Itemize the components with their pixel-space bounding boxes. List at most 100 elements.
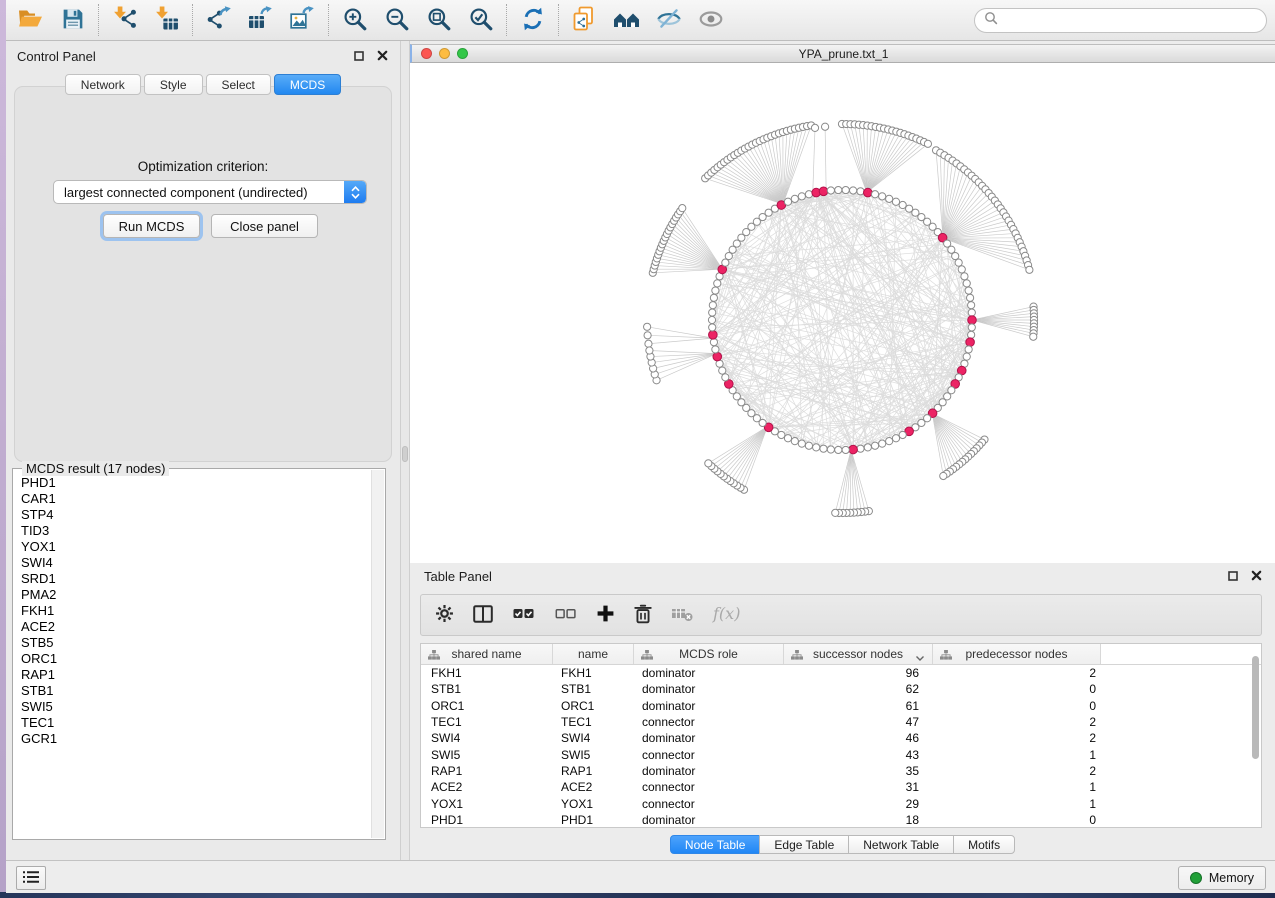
list-item[interactable]: CAR1	[14, 491, 371, 507]
table-row[interactable]: YOX1YOX1connector291	[421, 795, 1261, 811]
search-box[interactable]	[974, 8, 1267, 33]
memory-button[interactable]: Memory	[1178, 866, 1266, 890]
show-all-button[interactable]	[692, 2, 729, 38]
cell-predecessor_nodes: 2	[933, 666, 1101, 680]
table-row[interactable]: SWI4SWI4dominator462	[421, 730, 1261, 746]
list-item[interactable]: PMA2	[14, 587, 371, 603]
table-row[interactable]: TEC1TEC1connector472	[421, 714, 1261, 730]
toolbar-group	[336, 2, 499, 38]
tab-network-table[interactable]: Network Table	[848, 835, 954, 854]
hide-selected-icon	[656, 8, 682, 33]
import-network-button[interactable]	[106, 2, 143, 38]
list-item[interactable]: SWI4	[14, 555, 371, 571]
export-table-button[interactable]	[242, 2, 279, 38]
result-scrollbar[interactable]	[371, 470, 384, 838]
export-image-button[interactable]	[284, 2, 321, 38]
list-item[interactable]: SWI5	[14, 699, 371, 715]
add-row-button[interactable]	[596, 602, 615, 628]
import-table-button[interactable]	[148, 2, 185, 38]
export-network-button[interactable]	[200, 2, 237, 38]
open-folder-button[interactable]	[12, 2, 49, 38]
hide-selected-button[interactable]	[650, 2, 687, 38]
panel-splitter[interactable]	[400, 41, 410, 860]
list-item[interactable]: RAP1	[14, 667, 371, 683]
tab-edge-table[interactable]: Edge Table	[759, 835, 849, 854]
table-row[interactable]: ORC1ORC1dominator610	[421, 698, 1261, 714]
list-item[interactable]: STP4	[14, 507, 371, 523]
column-header-MCDS-role[interactable]: MCDS role	[634, 644, 784, 664]
search-input[interactable]	[1004, 13, 1266, 27]
zoom-selected-button[interactable]	[462, 2, 499, 38]
list-item[interactable]: YOX1	[14, 539, 371, 555]
table-row[interactable]: STB1STB1dominator620	[421, 681, 1261, 697]
list-item[interactable]: TEC1	[14, 715, 371, 731]
delete-table-icon	[671, 606, 693, 625]
cell-successor_nodes: 29	[784, 797, 933, 811]
show-all-icon	[698, 9, 724, 32]
float-panel-button[interactable]	[352, 49, 366, 63]
network-window-titlebar[interactable]: YPA_prune.txt_1	[410, 44, 1275, 63]
zoom-in-button[interactable]	[336, 2, 373, 38]
import-network-icon	[112, 6, 137, 34]
table-row[interactable]: ACE2ACE2connector311	[421, 779, 1261, 795]
list-item[interactable]: ORC1	[14, 651, 371, 667]
clone-network-icon	[572, 6, 597, 35]
cell-predecessor_nodes: 0	[933, 699, 1101, 713]
cell-shared_name: SWI4	[421, 731, 553, 745]
list-item[interactable]: TID3	[14, 523, 371, 539]
select-all-button[interactable]	[512, 602, 535, 628]
close-window-button[interactable]	[421, 48, 432, 59]
close-panel-button[interactable]	[375, 49, 389, 63]
table-row[interactable]: PHD1PHD1dominator180	[421, 812, 1261, 828]
list-item[interactable]: GCR1	[14, 731, 371, 747]
tab-network[interactable]: Network	[65, 74, 141, 95]
zoom-fit-button[interactable]	[420, 2, 457, 38]
delete-row-button[interactable]	[634, 602, 652, 628]
close-panel-action-button[interactable]: Close panel	[211, 214, 318, 238]
column-header-successor-nodes[interactable]: successor nodes	[784, 644, 933, 664]
tab-motifs[interactable]: Motifs	[953, 835, 1015, 854]
column-header-predecessor-nodes[interactable]: predecessor nodes	[933, 644, 1101, 664]
minimize-window-button[interactable]	[439, 48, 450, 59]
cell-predecessor_nodes: 1	[933, 748, 1101, 762]
deselect-all-button[interactable]	[554, 602, 577, 628]
list-item[interactable]: SRD1	[14, 571, 371, 587]
cell-successor_nodes: 46	[784, 731, 933, 745]
list-item[interactable]: STB5	[14, 635, 371, 651]
table-row[interactable]: FKH1FKH1dominator962	[421, 665, 1261, 681]
save-button[interactable]	[54, 2, 91, 38]
network-canvas[interactable]	[410, 63, 1275, 563]
run-mcds-button[interactable]: Run MCDS	[103, 214, 200, 238]
refresh-button[interactable]	[514, 2, 551, 38]
zoom-out-icon	[384, 6, 410, 35]
tab-style[interactable]: Style	[144, 74, 203, 95]
tab-node-table[interactable]: Node Table	[670, 835, 761, 854]
export-image-icon	[290, 6, 316, 34]
list-item[interactable]: ACE2	[14, 619, 371, 635]
clone-network-button[interactable]	[566, 2, 603, 38]
list-item[interactable]: PHD1	[14, 475, 371, 491]
zoom-selected-icon	[468, 6, 494, 35]
cell-mcds_role: dominator	[634, 666, 784, 680]
table-scrollbar[interactable]	[1252, 656, 1259, 759]
splitter-grip[interactable]	[402, 446, 408, 462]
memory-status-icon	[1190, 872, 1202, 884]
tab-select[interactable]: Select	[206, 74, 271, 95]
table-row[interactable]: SWI5SWI5connector431	[421, 746, 1261, 762]
column-header-shared-name[interactable]: shared name	[421, 644, 553, 664]
close-table-panel-button[interactable]	[1249, 569, 1263, 583]
table-row[interactable]: RAP1RAP1dominator352	[421, 763, 1261, 779]
list-item[interactable]: STB1	[14, 683, 371, 699]
float-table-panel-button[interactable]	[1226, 569, 1240, 583]
columns-button[interactable]	[473, 602, 493, 628]
zoom-out-button[interactable]	[378, 2, 415, 38]
gear-button[interactable]	[435, 602, 454, 628]
column-label: successor nodes	[813, 647, 903, 661]
tab-mcds[interactable]: MCDS	[274, 74, 341, 95]
task-history-button[interactable]	[16, 866, 46, 890]
criterion-dropdown[interactable]: largest connected component (undirected)	[53, 180, 367, 204]
first-neighbors-button[interactable]	[608, 2, 645, 38]
list-item[interactable]: FKH1	[14, 603, 371, 619]
maximize-window-button[interactable]	[457, 48, 468, 59]
column-header-name[interactable]: name	[553, 644, 634, 664]
